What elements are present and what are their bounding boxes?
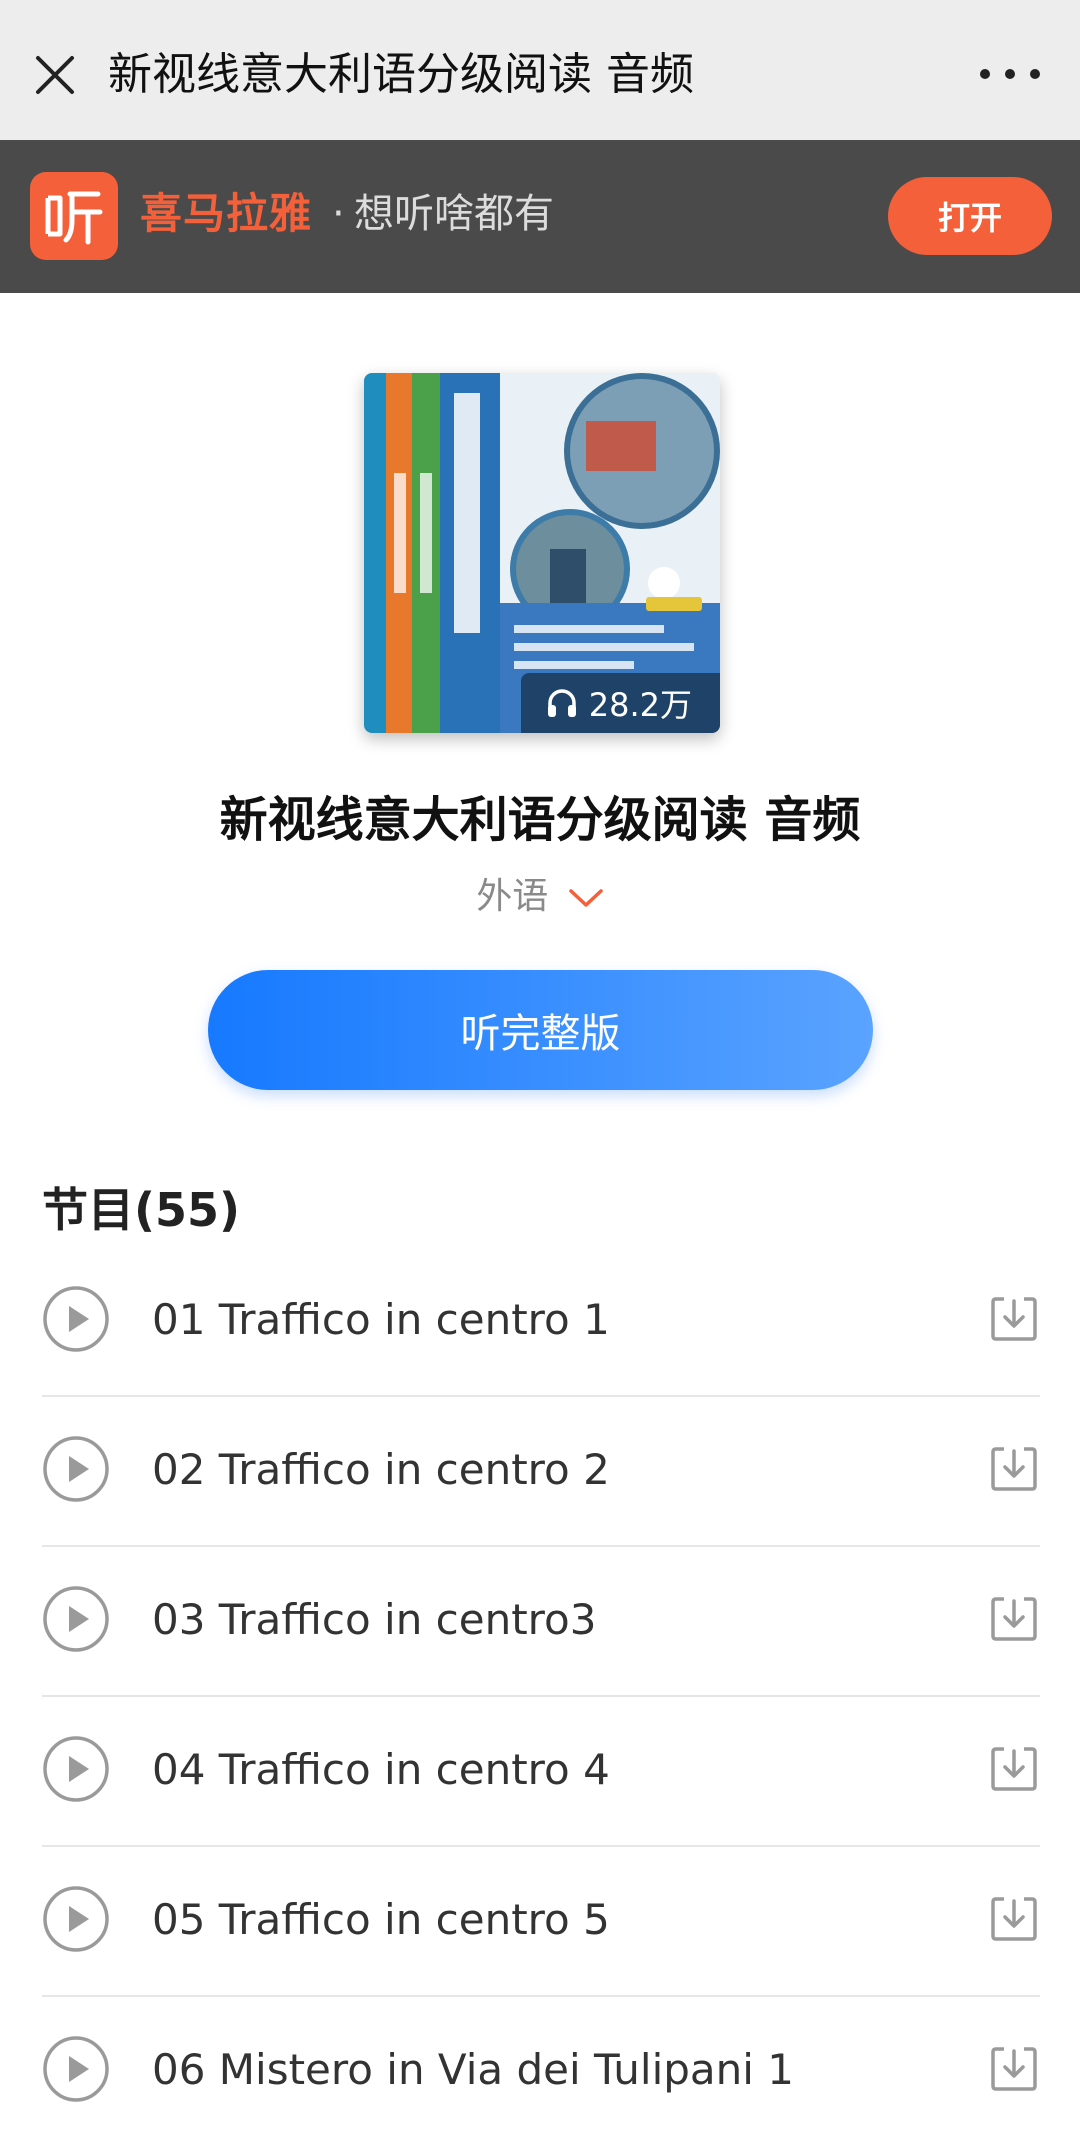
page-title: 新视线意大利语分级阅读 音频 bbox=[108, 49, 694, 100]
play-icon[interactable] bbox=[42, 1735, 110, 1803]
track-item[interactable]: 03 Traffico in centro3 bbox=[0, 1547, 1080, 1697]
track-item[interactable]: 06 Mistero in Via dei Tulipani 1 bbox=[0, 1997, 1080, 2144]
download-icon[interactable] bbox=[988, 1743, 1040, 1795]
category-selector[interactable]: 外语 bbox=[0, 872, 1080, 922]
track-title: 03 Traffico in centro3 bbox=[152, 1595, 597, 1644]
brand-slogan: 想听啥都有 bbox=[354, 191, 554, 237]
more-dot bbox=[1005, 69, 1015, 79]
tracks-section-title: 节目(55) bbox=[42, 1183, 241, 1237]
download-icon[interactable] bbox=[988, 2043, 1040, 2095]
album-cover[interactable]: 28.2万 bbox=[364, 373, 720, 733]
category-label: 外语 bbox=[476, 876, 549, 917]
headphones-icon bbox=[547, 689, 576, 717]
app-promo-banner[interactable]: 喜马拉雅 · 想听啥都有 打开 bbox=[0, 140, 1080, 293]
chevron-down-icon bbox=[568, 889, 603, 907]
download-icon[interactable] bbox=[988, 1293, 1040, 1345]
album-title: 新视线意大利语分级阅读 音频 bbox=[219, 792, 861, 848]
download-icon[interactable] bbox=[988, 1443, 1040, 1495]
track-title: 04 Traffico in centro 4 bbox=[152, 1745, 610, 1794]
listen-full-version-button[interactable]: 听完整版 bbox=[208, 970, 873, 1090]
more-dot bbox=[980, 69, 990, 79]
track-title: 06 Mistero in Via dei Tulipani 1 bbox=[152, 2045, 794, 2094]
download-icon[interactable] bbox=[988, 1593, 1040, 1645]
play-icon[interactable] bbox=[42, 1285, 110, 1353]
download-icon[interactable] bbox=[988, 1893, 1040, 1945]
track-item[interactable]: 04 Traffico in centro 4 bbox=[0, 1697, 1080, 1847]
play-icon[interactable] bbox=[42, 1585, 110, 1653]
play-icon[interactable] bbox=[42, 2035, 110, 2103]
close-icon[interactable] bbox=[30, 50, 80, 100]
brand-separator: · bbox=[332, 191, 345, 237]
play-count-text: 28.2万 bbox=[588, 686, 692, 724]
more-dot bbox=[1030, 69, 1040, 79]
play-count-badge: 28.2万 bbox=[520, 673, 720, 733]
open-app-button[interactable]: 打开 bbox=[888, 177, 1052, 255]
track-title: 05 Traffico in centro 5 bbox=[152, 1895, 610, 1944]
brand-name: 喜马拉雅 bbox=[140, 189, 313, 238]
ximalaya-logo-icon bbox=[30, 172, 118, 260]
track-item[interactable]: 01 Traffico in centro 1 bbox=[0, 1247, 1080, 1397]
track-item[interactable]: 05 Traffico in centro 5 bbox=[0, 1847, 1080, 1997]
track-list: 01 Traffico in centro 1 02 Traffico in c… bbox=[0, 1247, 1080, 2144]
track-item[interactable]: 02 Traffico in centro 2 bbox=[0, 1397, 1080, 1547]
top-navigation-bar: 新视线意大利语分级阅读 音频 bbox=[0, 0, 1080, 140]
play-icon[interactable] bbox=[42, 1435, 110, 1503]
play-icon[interactable] bbox=[42, 1885, 110, 1953]
track-title: 01 Traffico in centro 1 bbox=[152, 1295, 610, 1344]
track-title: 02 Traffico in centro 2 bbox=[152, 1445, 610, 1494]
more-icon[interactable] bbox=[980, 62, 1040, 86]
